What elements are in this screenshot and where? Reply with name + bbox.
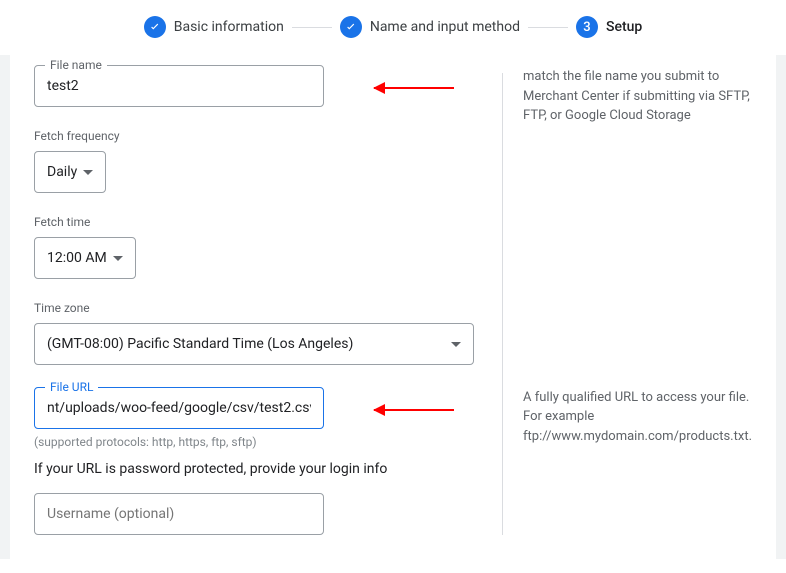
username-input[interactable] <box>47 506 311 522</box>
step-name-input[interactable]: Name and input method <box>340 16 520 38</box>
fetch-freq-select[interactable]: Daily <box>34 151 106 193</box>
fileurl-help: A fully qualified URL to access your fil… <box>523 388 752 447</box>
step-basic-info[interactable]: Basic information <box>144 16 284 38</box>
fetch-time-label: Fetch time <box>34 215 502 229</box>
chevron-down-icon <box>113 256 123 261</box>
chevron-down-icon <box>451 342 461 347</box>
step-label: Setup <box>606 19 642 35</box>
username-field[interactable] <box>34 493 324 535</box>
arrow-annotation-icon <box>374 87 454 89</box>
step-connector <box>528 27 568 28</box>
step-setup[interactable]: 3 Setup <box>576 16 642 38</box>
step-label: Basic information <box>174 19 284 35</box>
filename-help: match the file name you submit to Mercha… <box>523 67 752 126</box>
fetch-time-value: 12:00 AM <box>47 250 107 266</box>
arrow-annotation-icon <box>374 409 454 411</box>
filename-input[interactable] <box>47 78 311 94</box>
fetch-freq-label: Fetch frequency <box>34 129 502 143</box>
fetch-time-select[interactable]: 12:00 AM <box>34 237 136 279</box>
supported-protocols: (supported protocols: http, https, ftp, … <box>34 435 502 449</box>
password-note: If your URL is password protected, provi… <box>34 461 502 477</box>
chevron-down-icon <box>83 170 93 175</box>
stepper: Basic information Name and input method … <box>0 0 786 55</box>
step-connector <box>292 27 332 28</box>
fileurl-label: File URL <box>45 380 98 394</box>
check-icon <box>144 16 166 38</box>
step-number-icon: 3 <box>576 16 598 38</box>
timezone-value: (GMT-08:00) Pacific Standard Time (Los A… <box>47 336 353 352</box>
check-icon <box>340 16 362 38</box>
timezone-label: Time zone <box>34 301 502 315</box>
filename-label: File name <box>45 58 107 72</box>
fileurl-input[interactable] <box>47 400 311 416</box>
step-label: Name and input method <box>370 19 520 35</box>
fileurl-field[interactable]: File URL <box>34 387 324 429</box>
timezone-select[interactable]: (GMT-08:00) Pacific Standard Time (Los A… <box>34 323 474 365</box>
filename-field[interactable]: File name <box>34 65 324 107</box>
fetch-freq-value: Daily <box>47 164 77 180</box>
